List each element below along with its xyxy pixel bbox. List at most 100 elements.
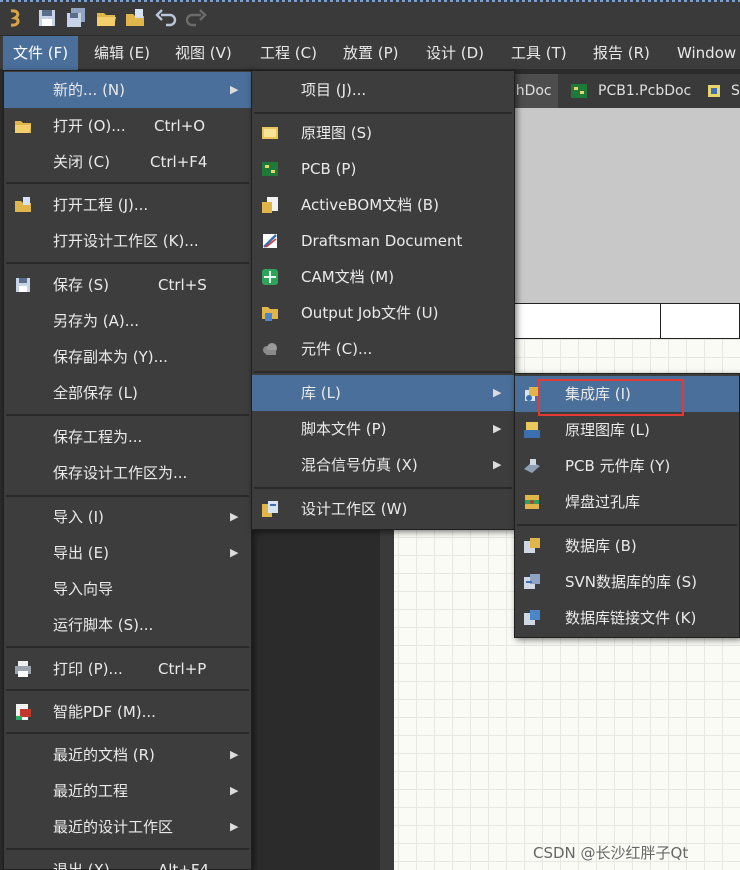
file-save-project-as-label: 保存工程为...: [53, 428, 143, 446]
file-save-all-label: 全部保存 (L): [53, 384, 138, 402]
redo-icon[interactable]: [185, 7, 207, 29]
new-workspace-item[interactable]: 设计工作区 (W): [252, 491, 514, 527]
new-draftsman-label: Draftsman Document: [301, 232, 463, 250]
file-new-item[interactable]: 新的... (N) ▶: [4, 72, 251, 108]
new-pcb-item[interactable]: PCB (P): [252, 151, 514, 187]
svn-database-icon: [524, 574, 540, 589]
file-export-label: 导出 (E): [53, 544, 109, 562]
file-close-label: 关闭 (C): [53, 153, 110, 171]
save-icon[interactable]: [36, 7, 58, 29]
file-save-project-as-item[interactable]: 保存工程为...: [4, 419, 251, 455]
file-save-all-item[interactable]: 全部保存 (L): [4, 375, 251, 411]
tab-pcb1[interactable]: PCB1.PcbDoc: [590, 74, 691, 108]
new-mixed-sim-item[interactable]: 混合信号仿真 (X) ▶: [252, 447, 514, 483]
menu-separator: [254, 487, 512, 489]
menu-separator: [6, 495, 249, 497]
menu-reports[interactable]: 报告 (R): [583, 36, 660, 70]
shortcut-label: Ctrl+S: [158, 276, 207, 294]
lib-database-link-item[interactable]: 数据库链接文件 (K): [515, 600, 739, 636]
menu-window[interactable]: Window: [667, 36, 740, 70]
file-recent-workspaces-label: 最近的设计工作区: [53, 818, 174, 836]
pcb-doc-icon: [262, 162, 278, 176]
menu-tools[interactable]: 工具 (T): [501, 36, 577, 70]
menu-separator: [6, 848, 249, 850]
file-export-item[interactable]: 导出 (E) ▶: [4, 535, 251, 571]
schematic-library-icon: [524, 422, 540, 438]
selection-dash: [0, 0, 740, 2]
workspace-icon: [262, 501, 278, 517]
lib-database-label: 数据库 (B): [565, 537, 637, 555]
new-output-job-label: Output Job文件 (U): [301, 304, 439, 322]
annotation-highlight-box: [538, 379, 684, 416]
lib-database-item[interactable]: 数据库 (B): [515, 528, 739, 564]
lib-pcb-item[interactable]: PCB 元件库 (Y): [515, 448, 739, 484]
submenu-arrow-icon: ▶: [230, 83, 239, 96]
menu-project[interactable]: 工程 (C): [250, 36, 327, 70]
file-close-item[interactable]: 关闭 (C) Ctrl+F4: [4, 144, 251, 180]
menu-file[interactable]: 文件 (F): [3, 36, 79, 70]
lib-database-link-label: 数据库链接文件 (K): [565, 609, 697, 627]
new-schematic-item[interactable]: 原理图 (S): [252, 115, 514, 151]
file-recent-projects-item[interactable]: 最近的工程 ▶: [4, 773, 251, 809]
new-script-item[interactable]: 脚本文件 (P) ▶: [252, 411, 514, 447]
file-recent-docs-item[interactable]: 最近的文档 (R) ▶: [4, 737, 251, 773]
file-exit-item[interactable]: 退出 (X) Alt+F4: [4, 852, 251, 870]
open-folder-icon[interactable]: [95, 7, 117, 29]
menu-separator: [6, 732, 249, 734]
file-open-label: 打开 (O)...: [53, 117, 126, 135]
file-save-as-item[interactable]: 另存为 (A)...: [4, 303, 251, 339]
new-draftsman-item[interactable]: Draftsman Document: [252, 223, 514, 259]
file-recent-workspaces-item[interactable]: 最近的设计工作区 ▶: [4, 809, 251, 845]
file-print-item[interactable]: 打印 (P)... Ctrl+P: [4, 651, 251, 687]
file-open-project-label: 打开工程 (J)...: [53, 196, 149, 214]
file-save-copy-item[interactable]: 保存副本为 (Y)...: [4, 339, 251, 375]
output-job-icon: [262, 307, 278, 321]
lib-padvia-item[interactable]: 焊盘过孔库: [515, 484, 739, 520]
open-project-icon[interactable]: [124, 7, 146, 29]
file-new-label: 新的... (N): [53, 81, 125, 99]
menu-view[interactable]: 视图 (V): [165, 36, 242, 70]
menu-place[interactable]: 放置 (P): [333, 36, 409, 70]
printer-icon: [15, 661, 31, 677]
lib-svn-database-label: SVN数据库的库 (S): [565, 573, 697, 591]
app-logo-icon: [10, 9, 20, 27]
open-folder-icon: [15, 121, 31, 133]
new-script-label: 脚本文件 (P): [301, 420, 387, 438]
lib-schematic-item[interactable]: 原理图库 (L): [515, 412, 739, 448]
new-component-item[interactable]: 元件 (C)...: [252, 331, 514, 367]
file-open-item[interactable]: 打开 (O)... Ctrl+O: [4, 108, 251, 144]
new-output-job-item[interactable]: Output Job文件 (U): [252, 295, 514, 331]
new-project-item[interactable]: 项目 (J)...: [252, 72, 514, 108]
tab-schlib[interactable]: S: [723, 74, 740, 108]
shortcut-label: Alt+F4: [158, 861, 210, 870]
component-cloud-icon: [263, 343, 277, 355]
file-run-script-item[interactable]: 运行脚本 (S)...: [4, 607, 251, 643]
new-workspace-label: 设计工作区 (W): [301, 500, 408, 518]
database-link-icon: [524, 610, 540, 625]
file-smart-pdf-item[interactable]: 智能PDF (M)...: [4, 694, 251, 730]
save-all-icon[interactable]: [65, 7, 87, 29]
file-open-project-item[interactable]: 打开工程 (J)...: [4, 187, 251, 223]
file-exit-label: 退出 (X): [53, 861, 110, 870]
new-project-label: 项目 (J)...: [301, 81, 367, 99]
file-import-item[interactable]: 导入 (I) ▶: [4, 499, 251, 535]
shortcut-label: Ctrl+F4: [150, 153, 208, 171]
file-open-workspace-item[interactable]: 打开设计工作区 (K)...: [4, 223, 251, 259]
new-cam-item[interactable]: CAM文档 (M): [252, 259, 514, 295]
file-open-workspace-label: 打开设计工作区 (K)...: [53, 232, 199, 250]
file-save-workspace-as-item[interactable]: 保存设计工作区为...: [4, 455, 251, 491]
file-save-item[interactable]: 保存 (S) Ctrl+S: [4, 267, 251, 303]
undo-icon[interactable]: [155, 7, 177, 29]
menu-edit[interactable]: 编辑 (E): [84, 36, 160, 70]
new-library-item[interactable]: 库 (L) ▶: [252, 375, 514, 411]
file-import-wizard-item[interactable]: 导入向导: [4, 571, 251, 607]
new-activebom-item[interactable]: ActiveBOM文档 (B): [252, 187, 514, 223]
file-menu: 新的... (N) ▶ 打开 (O)... Ctrl+O 关闭 (C) Ctrl…: [3, 70, 252, 870]
file-print-label: 打印 (P)...: [53, 660, 123, 678]
lib-svn-database-item[interactable]: SVN数据库的库 (S): [515, 564, 739, 600]
menu-separator: [254, 112, 512, 114]
submenu-arrow-icon: ▶: [230, 748, 239, 761]
file-import-wizard-label: 导入向导: [53, 580, 114, 598]
lib-schematic-label: 原理图库 (L): [565, 421, 650, 439]
menu-design[interactable]: 设计 (D): [416, 36, 494, 70]
